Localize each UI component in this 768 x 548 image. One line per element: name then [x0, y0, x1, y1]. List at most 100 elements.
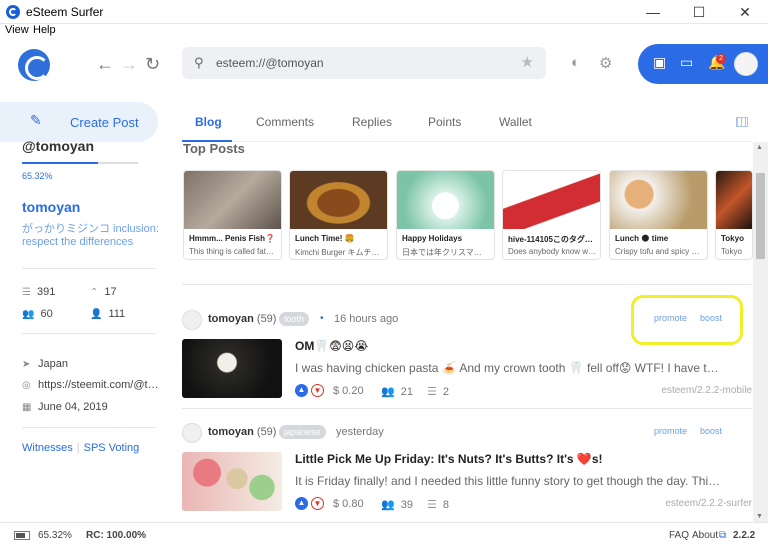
vertical-scrollbar[interactable]: ▲ ▼: [753, 142, 768, 522]
menu-view[interactable]: View: [5, 24, 29, 36]
post-count: ☰ 391: [22, 286, 56, 298]
comment-icon: ☰: [427, 499, 437, 511]
post-tag[interactable]: japanese: [279, 425, 326, 439]
profile-website[interactable]: ◎ https://steemit.com/@t…: [22, 379, 159, 391]
follows-count[interactable]: 👤 111: [90, 308, 125, 320]
menu-help[interactable]: Help: [33, 24, 56, 36]
theme-toggle-icon[interactable]: ◐: [571, 54, 580, 71]
upvote-icon[interactable]: ▲: [295, 497, 308, 510]
profile-joined: ▦ June 04, 2019: [22, 401, 108, 413]
top-post-card[interactable]: Tokyo Tokyo: [715, 170, 753, 260]
post-comments[interactable]: ☰ 2: [427, 385, 449, 398]
downvote-icon[interactable]: ▼: [311, 497, 324, 510]
top-post-card[interactable]: Lunch Time! 🍔 Kimchi Burger キムチ…: [289, 170, 388, 260]
battery-icon: [14, 531, 30, 540]
boost-link[interactable]: boost: [700, 426, 722, 436]
witnesses-link[interactable]: Witnesses: [22, 442, 73, 454]
tab-comments[interactable]: Comments: [256, 115, 314, 129]
app-logo-icon: [6, 5, 20, 19]
post-summary[interactable]: It is Friday finally! and I needed this …: [295, 474, 725, 488]
forward-arrow-icon[interactable]: →: [120, 55, 138, 73]
post-author[interactable]: tomoyan (59): [208, 426, 276, 438]
comment-icon: ☰: [427, 386, 437, 398]
create-post-button[interactable]: ✎ Create Post: [0, 102, 158, 142]
post-title[interactable]: OM🦷😨😫😭: [295, 339, 368, 353]
top-post-desc: Does anybody know w…: [508, 247, 597, 256]
voters-icon: 👥: [381, 386, 395, 398]
sps-voting-link[interactable]: SPS Voting: [84, 442, 140, 454]
voting-power-value: 65.32%: [22, 171, 53, 181]
post-app: esteem/2.2.2-mobile: [661, 385, 752, 396]
refresh-icon[interactable]: ↻: [145, 55, 160, 73]
top-post-desc: 日本では年クリスマ…: [402, 248, 482, 257]
address-input[interactable]: [216, 54, 506, 72]
back-arrow-icon[interactable]: ←: [96, 55, 114, 73]
bookmark-star-icon[interactable]: ★: [521, 53, 534, 71]
scroll-up-icon[interactable]: ▲: [756, 144, 763, 151]
gallery-icon[interactable]: ▣: [653, 54, 666, 71]
tab-replies[interactable]: Replies: [352, 115, 392, 129]
post-title[interactable]: Little Pick Me Up Friday: It's Nuts? It'…: [295, 452, 603, 466]
post-comments[interactable]: ☰ 8: [427, 498, 449, 511]
top-post-desc: This thing is called fat…: [189, 247, 274, 256]
profile-about: がっかりミジンコ inclusion: respect the differen…: [22, 223, 159, 248]
profile-location: ➤ Japan: [22, 358, 68, 370]
followers-count[interactable]: 👥 60: [22, 308, 53, 320]
top-post-title: Hmmm... Penis Fish❓: [189, 234, 275, 243]
top-post-title: Lunch 🌑 time: [615, 234, 669, 243]
sidebar-links: Witnesses | SPS Voting: [22, 442, 140, 454]
top-post-image: [503, 171, 600, 229]
post-votes[interactable]: 👥 21: [381, 385, 413, 398]
user-avatar[interactable]: [734, 52, 758, 76]
close-button[interactable]: ✕: [722, 0, 768, 24]
post-tag[interactable]: tooth: [279, 312, 310, 326]
title-bar: eSteem Surfer — ☐ ✕: [0, 0, 768, 24]
top-post-image: [290, 171, 387, 229]
upvote-icon[interactable]: ▲: [295, 384, 308, 397]
top-post-desc: Tokyo: [721, 247, 742, 256]
wallet-card-icon[interactable]: ▭: [680, 54, 693, 71]
minimize-button[interactable]: —: [630, 0, 676, 24]
downvote-icon[interactable]: ▼: [311, 384, 324, 397]
post-votes[interactable]: 👥 39: [381, 498, 413, 511]
profile-tabs: Blog Comments Replies Points Wallet: [182, 104, 752, 142]
voting-power-fill: [22, 162, 98, 164]
profile-sidebar: ✎ Create Post @tomoyan 65.32% tomoyan がっ…: [0, 90, 170, 520]
post-author[interactable]: tomoyan (59): [208, 313, 276, 325]
tab-points[interactable]: Points: [428, 115, 461, 129]
faq-link[interactable]: FAQ: [669, 530, 689, 541]
post-summary[interactable]: I was having chicken pasta 🍝 And my crow…: [295, 361, 725, 375]
top-post-card[interactable]: Happy Holidays 日本では年クリスマ…: [396, 170, 495, 260]
top-post-image: [184, 171, 281, 229]
feed-post: tomoyan (59) japanese yesterday promote …: [182, 423, 752, 515]
divider: [22, 268, 156, 269]
add-person-icon: 👤: [90, 309, 103, 320]
notification-count-badge: 2: [716, 54, 726, 64]
post-thumbnail[interactable]: [182, 452, 282, 511]
scrollbar-thumb[interactable]: [756, 173, 765, 259]
app-header: ← → ↻ ⚲ ★ ◐ ⚙ ▣ ▭ 🔔 2: [0, 38, 768, 90]
settings-gear-icon[interactable]: ⚙: [599, 54, 612, 72]
top-post-image: [716, 171, 752, 229]
tab-wallet[interactable]: Wallet: [499, 115, 532, 129]
top-post-title: Happy Holidays: [402, 234, 463, 243]
top-post-card[interactable]: hive-114105このタグ… Does anybody know w…: [502, 170, 601, 260]
scroll-down-icon[interactable]: ▼: [756, 513, 763, 520]
about-link[interactable]: About: [692, 530, 718, 541]
tab-blog[interactable]: Blog: [195, 115, 222, 129]
post-payout[interactable]: $ 0.80: [333, 498, 364, 510]
grid-view-icon[interactable]: [736, 117, 748, 127]
top-post-card[interactable]: Hmmm... Penis Fish❓ This thing is called…: [183, 170, 282, 260]
author-avatar[interactable]: [182, 423, 202, 443]
divider: [182, 408, 752, 409]
author-avatar[interactable]: [182, 310, 202, 330]
post-thumbnail[interactable]: [182, 339, 282, 398]
maximize-button[interactable]: ☐: [676, 0, 722, 24]
top-post-image: [397, 171, 494, 229]
post-payout[interactable]: $ 0.20: [333, 385, 364, 397]
promote-link[interactable]: promote: [654, 426, 687, 436]
top-post-title: hive-114105このタグ…: [508, 235, 593, 244]
top-post-card[interactable]: Lunch 🌑 time Crispy tofu and spicy …: [609, 170, 708, 260]
esteem-logo-icon[interactable]: [18, 49, 50, 81]
divider: [22, 427, 156, 428]
